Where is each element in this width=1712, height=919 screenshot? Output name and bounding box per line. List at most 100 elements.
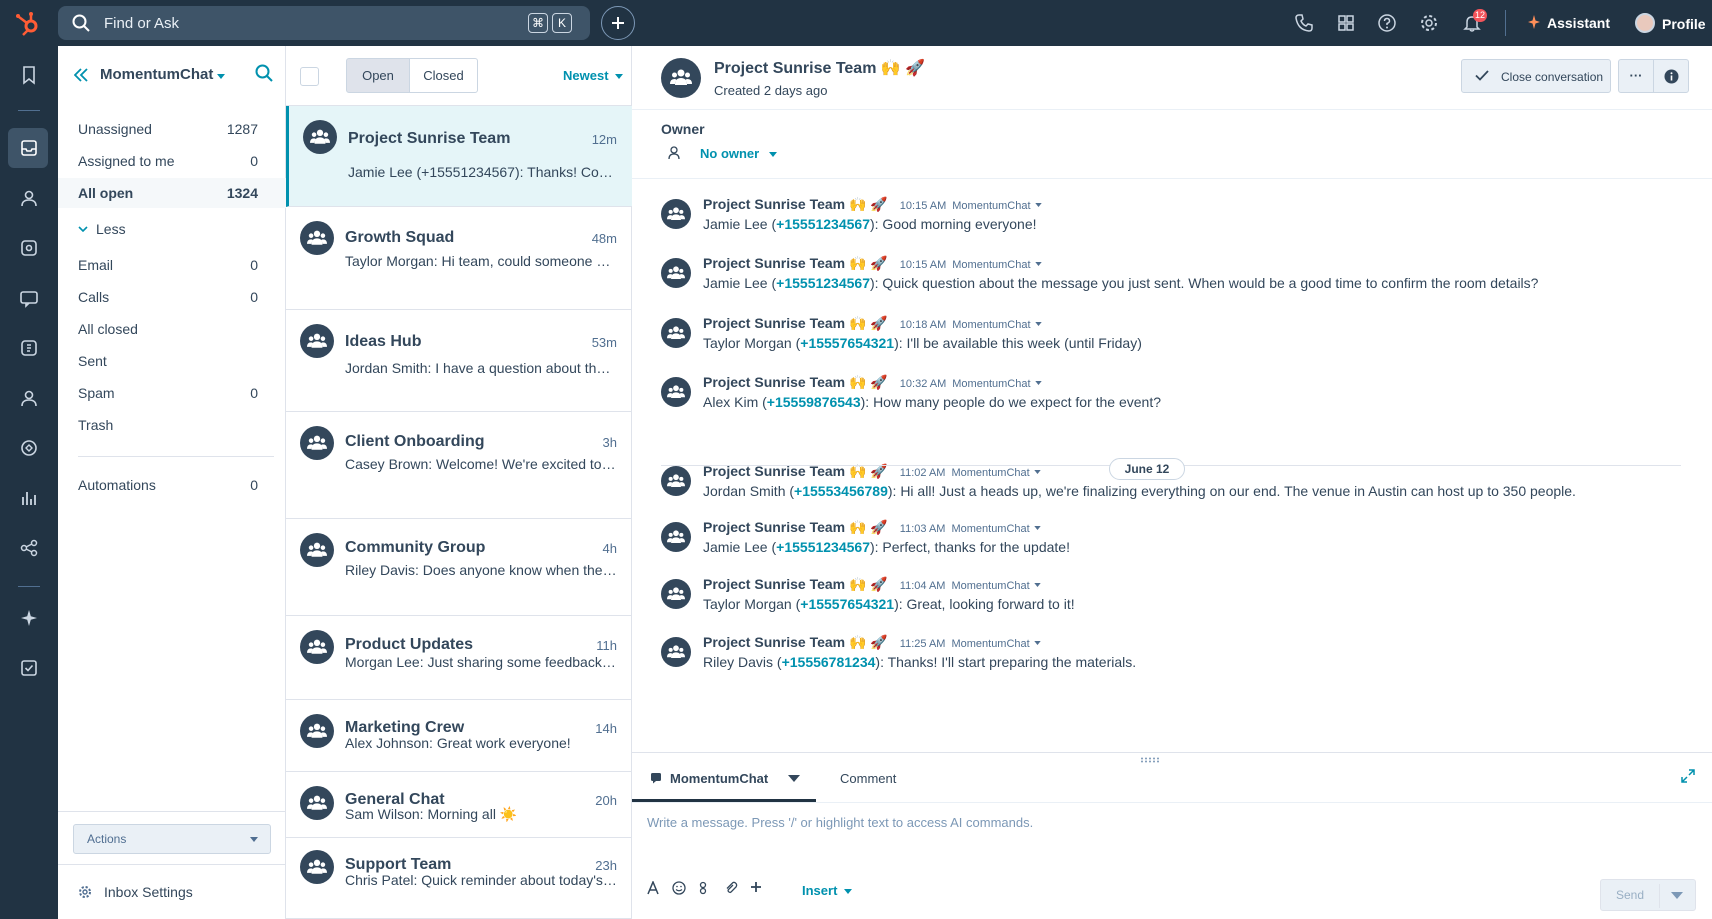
conversation-item[interactable]: Support Team 23h Chris Patel: Quick remind…: [286, 838, 632, 919]
tasks-icon[interactable]: [18, 657, 40, 679]
conversation-item[interactable]: Ideas Hub 53m Jordan Smith: I have a quest…: [286, 310, 632, 412]
caret-down-icon[interactable]: [1034, 583, 1041, 588]
commerce-icon[interactable]: [18, 337, 40, 359]
message-meta: Project Sunrise Team 🙌 🚀 11:04 AM Momentum…: [703, 576, 1041, 593]
reporting-icon[interactable]: [18, 487, 40, 509]
expand-icon[interactable]: [1681, 769, 1695, 783]
view-trash[interactable]: Trash: [58, 410, 286, 440]
caret-down-icon[interactable]: [1034, 641, 1041, 646]
global-search[interactable]: Find or Ask ⌘ K: [58, 6, 590, 40]
message-channel[interactable]: MomentumChat: [952, 378, 1030, 390]
view-calls[interactable]: Calls 0: [58, 282, 286, 312]
message-text: ): I'll be available this week (until Fr…: [894, 335, 1142, 351]
search-placeholder[interactable]: Find or Ask: [104, 15, 179, 32]
sort-dropdown[interactable]: Newest: [563, 68, 624, 83]
phone-icon[interactable]: [1294, 13, 1314, 33]
settings-gear-icon[interactable]: [1419, 13, 1439, 33]
message-channel[interactable]: MomentumChat: [952, 319, 1030, 331]
message-time: 10:18 AM: [899, 319, 947, 331]
inbox-icon[interactable]: [18, 137, 40, 159]
conversation-item[interactable]: Product Updates 11h Morgan Lee: Just shari…: [286, 616, 632, 700]
text-format-icon[interactable]: [647, 881, 659, 895]
message-channel[interactable]: MomentumChat: [952, 259, 1030, 271]
conversations-icon[interactable]: [18, 287, 40, 309]
message-channel[interactable]: MomentumChat: [951, 580, 1029, 592]
select-all-checkbox[interactable]: [300, 67, 319, 86]
message-author: Jordan Smith (: [703, 483, 795, 499]
group-icon: [310, 129, 330, 144]
message-phone-link[interactable]: +15557654321: [800, 596, 894, 612]
caret-down-icon[interactable]: [1034, 322, 1042, 327]
caret-down-icon[interactable]: [1034, 262, 1042, 267]
view-sent[interactable]: Sent: [58, 346, 286, 376]
info-button[interactable]: [1653, 59, 1689, 93]
group-avatar: [300, 324, 334, 358]
marketing-icon[interactable]: [18, 237, 40, 259]
search-icon[interactable]: [255, 64, 273, 82]
view-email[interactable]: Email 0: [58, 250, 286, 280]
close-conversation-button[interactable]: Close conversation: [1461, 59, 1611, 93]
message-channel[interactable]: MomentumChat: [951, 467, 1029, 479]
view-spam[interactable]: Spam 0: [58, 378, 286, 408]
message-phone-link[interactable]: +15556781234: [782, 654, 876, 670]
toggle-less[interactable]: Less: [58, 214, 286, 244]
conversation-item[interactable]: Community Group 4h Riley Davis: Does anyon…: [286, 519, 632, 616]
message-phone-link[interactable]: +15551234567: [776, 275, 870, 291]
caret-down-icon[interactable]: [1034, 470, 1041, 475]
hubspot-logo-icon[interactable]: [14, 10, 42, 38]
caret-down-icon[interactable]: [1034, 381, 1042, 386]
caret-down-icon[interactable]: [1034, 526, 1041, 531]
conversation-item[interactable]: Marketing Crew 14h Alex Johnson: Great wor…: [286, 700, 632, 772]
conversation-item[interactable]: Client Onboarding 3h Casey Brown: Welcome!…: [286, 412, 632, 519]
actions-dropdown[interactable]: Actions: [73, 824, 271, 854]
message-text: ): Thanks! I'll start preparing the mate…: [875, 654, 1137, 670]
tab-closed[interactable]: Closed: [409, 58, 478, 93]
inbox-title[interactable]: MomentumChat: [100, 66, 213, 83]
collapse-sidebar-icon[interactable]: [74, 68, 88, 82]
help-icon[interactable]: [1377, 13, 1397, 33]
message-input[interactable]: Write a message. Press '/' or highlight …: [647, 815, 1033, 830]
view-all-open[interactable]: All open 1324: [58, 178, 286, 208]
tab-open[interactable]: Open: [346, 58, 410, 93]
caret-down-icon[interactable]: [217, 74, 225, 79]
view-all-closed[interactable]: All closed: [58, 314, 286, 344]
attachment-icon[interactable]: [724, 881, 738, 895]
conversation-time: 4h: [602, 541, 617, 556]
message-phone-link[interactable]: +15559876543: [767, 394, 861, 410]
view-label: All closed: [78, 321, 138, 337]
message-channel[interactable]: MomentumChat: [951, 523, 1029, 535]
marketplace-icon[interactable]: [1336, 13, 1356, 33]
sparkle-icon[interactable]: [18, 607, 40, 629]
contacts-icon[interactable]: [18, 187, 40, 209]
conversation-item[interactable]: Project Sunrise Team 12m Jamie Lee (+15551…: [286, 106, 632, 207]
view-assigned-to-me[interactable]: Assigned to me 0: [58, 146, 286, 176]
emoji-icon[interactable]: [672, 881, 686, 895]
view-unassigned[interactable]: Unassigned 1287: [58, 114, 286, 144]
more-actions-button[interactable]: ···: [1618, 59, 1654, 93]
message-channel[interactable]: MomentumChat: [952, 200, 1030, 212]
insert-dropdown[interactable]: Insert: [802, 883, 853, 898]
message-phone-link[interactable]: +15551234567: [776, 539, 870, 555]
message-channel[interactable]: MomentumChat: [951, 638, 1029, 650]
message-text: ): Good morning everyone!: [869, 216, 1037, 232]
tab-comment[interactable]: Comment: [840, 771, 896, 786]
plus-icon: [612, 17, 624, 29]
bookmark-icon[interactable]: [18, 64, 40, 86]
message-phone-link[interactable]: +15551234567: [776, 216, 870, 232]
message-phone-link[interactable]: +15557654321: [800, 335, 894, 351]
conversation-item[interactable]: General Chat 20h Sam Wilson: Morning all ☀…: [286, 772, 632, 838]
automation-icon[interactable]: [18, 437, 40, 459]
service-icon[interactable]: [18, 387, 40, 409]
conversation-item[interactable]: Growth Squad 48m Taylor Morgan: Hi team, c…: [286, 207, 632, 310]
caret-down-icon[interactable]: [1671, 892, 1683, 899]
caret-down-icon[interactable]: [1034, 203, 1042, 208]
snippets-icon[interactable]: [698, 881, 708, 895]
send-button[interactable]: Send: [1600, 879, 1696, 911]
message-phone-link[interactable]: +15553456789: [794, 483, 888, 499]
insert-label: Insert: [802, 883, 838, 898]
view-automations[interactable]: Automations 0: [58, 470, 286, 500]
resize-handle-icon[interactable]: [1140, 757, 1160, 763]
plus-icon[interactable]: [750, 881, 762, 893]
data-management-icon[interactable]: [18, 537, 40, 559]
create-new-button[interactable]: [601, 6, 635, 40]
